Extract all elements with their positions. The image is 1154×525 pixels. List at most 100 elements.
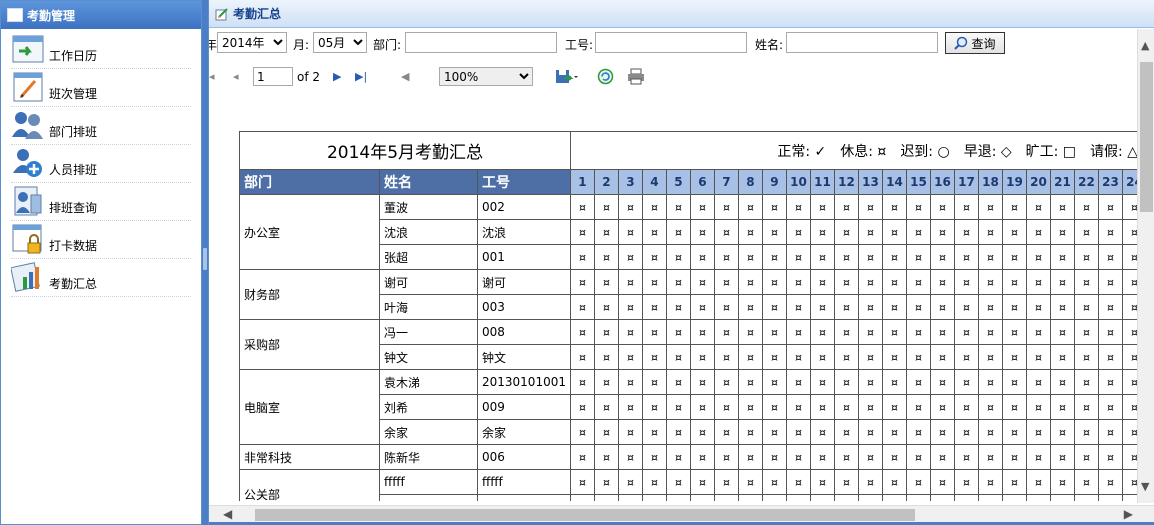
- first-page-icon[interactable]: ◂: [209, 70, 215, 83]
- attendance-mark: ¤: [569, 219, 595, 245]
- attendance-mark: ¤: [617, 494, 643, 501]
- back-icon[interactable]: ◀: [401, 70, 409, 83]
- attendance-mark: ¤: [641, 294, 667, 320]
- sidebar-item-punch-data[interactable]: 打卡数据: [11, 221, 191, 259]
- employee-id-input[interactable]: [595, 32, 747, 53]
- sidebar-item-label: 人员排班: [49, 163, 98, 177]
- attendance-mark: ¤: [857, 419, 883, 445]
- attendance-mark: ¤: [833, 419, 859, 445]
- attendance-mark: ¤: [1025, 219, 1051, 245]
- attendance-mark: ¤: [881, 194, 907, 220]
- sidebar-item-work-calendar[interactable]: 工作日历: [11, 31, 191, 69]
- sidebar-item-label: 工作日历: [49, 49, 98, 63]
- horizontal-scrollbar[interactable]: ◀ ▶: [209, 505, 1154, 522]
- attendance-mark: ¤: [1001, 469, 1027, 495]
- scroll-down-icon[interactable]: ▼: [1141, 480, 1149, 493]
- day-header: 5: [665, 169, 691, 195]
- sidebar-header: 考勤管理: [1, 1, 201, 29]
- attendance-mark: ¤: [905, 469, 931, 495]
- name-cell: 叶海: [379, 294, 478, 320]
- sidebar-item-staff-schedule[interactable]: 人员排班: [11, 145, 191, 183]
- attendance-mark: ¤: [785, 319, 811, 345]
- table-row: 办公室 董波 002 ¤ ¤ ¤ ¤ ¤ ¤ ¤ ¤ ¤ ¤ ¤ ¤ ¤ ¤ ¤ ¤ ¤ ¤ ¤ ¤ ¤ ¤ ¤ ¤: [239, 194, 1147, 270]
- employee-id-cell: 002: [477, 194, 571, 220]
- horizontal-scroll-thumb[interactable]: [255, 509, 915, 521]
- sidebar-item-shift-management[interactable]: 班次管理: [11, 69, 191, 107]
- attendance-mark: ¤: [785, 294, 811, 320]
- dept-input[interactable]: [405, 32, 557, 53]
- name-cell: fffff: [379, 469, 478, 495]
- month-select[interactable]: 05月: [313, 32, 367, 53]
- export-icon[interactable]: [555, 68, 579, 85]
- attendance-mark: ¤: [689, 394, 715, 420]
- attendance-mark: ¤: [761, 419, 787, 445]
- attendance-mark: ¤: [665, 344, 691, 370]
- attendance-mark: ¤: [809, 469, 835, 495]
- attendance-mark: ¤: [761, 294, 787, 320]
- day-header: 10: [785, 169, 811, 195]
- attendance-mark: ¤: [1073, 244, 1099, 270]
- attendance-mark: ¤: [881, 394, 907, 420]
- page-number-input[interactable]: [253, 67, 293, 86]
- attendance-mark: ¤: [737, 469, 763, 495]
- attendance-mark: ¤: [737, 494, 763, 501]
- year-select[interactable]: 2014年: [217, 32, 287, 53]
- attendance-mark: ¤: [1073, 444, 1099, 470]
- attendance-mark: ¤: [641, 219, 667, 245]
- dept-cell: 非常科技: [239, 444, 380, 470]
- day-header: 15: [905, 169, 931, 195]
- attendance-mark: ¤: [929, 244, 955, 270]
- prev-page-icon[interactable]: ◂: [233, 70, 239, 83]
- attendance-mark: ¤: [761, 369, 787, 395]
- next-page-icon[interactable]: ▶: [333, 70, 341, 83]
- attendance-mark: ¤: [569, 269, 595, 295]
- attendance-mark: ¤: [761, 344, 787, 370]
- scroll-up-icon[interactable]: ▲: [1141, 39, 1149, 52]
- attendance-mark: ¤: [977, 194, 1003, 220]
- sidebar-item-attendance-summary[interactable]: 考勤汇总: [10, 259, 191, 297]
- last-page-icon[interactable]: ▶|: [355, 70, 367, 83]
- attendance-mark: ¤: [665, 369, 691, 395]
- vertical-scrollbar[interactable]: ▲ ▼: [1137, 29, 1154, 503]
- attendance-mark: ¤: [665, 269, 691, 295]
- attendance-mark: ¤: [1049, 194, 1075, 220]
- attendance-mark: ¤: [593, 269, 619, 295]
- scroll-right-icon[interactable]: ▶: [1124, 507, 1133, 521]
- dept-cell: 财务部: [239, 269, 380, 320]
- zoom-select[interactable]: 100%: [439, 67, 533, 86]
- attendance-mark: ¤: [833, 219, 859, 245]
- print-icon[interactable]: [627, 68, 645, 85]
- attendance-mark: ¤: [713, 294, 739, 320]
- attendance-mark: ¤: [977, 469, 1003, 495]
- attendance-mark: ¤: [1049, 394, 1075, 420]
- attendance-mark: ¤: [953, 444, 979, 470]
- query-button[interactable]: 查询: [945, 32, 1005, 54]
- attendance-mark: ¤: [1025, 369, 1051, 395]
- sidebar-item-schedule-query[interactable]: 排班查询: [11, 183, 191, 221]
- name-input[interactable]: [786, 32, 938, 53]
- attendance-mark: ¤: [857, 219, 883, 245]
- attendance-mark: ¤: [857, 494, 883, 501]
- employee-id-cell: [477, 494, 571, 501]
- employee-id-cell: 003: [477, 294, 571, 320]
- attendance-mark: ¤: [689, 419, 715, 445]
- attendance-mark: ¤: [641, 344, 667, 370]
- attendance-mark: ¤: [833, 244, 859, 270]
- sidebar-item-dept-schedule[interactable]: 部门排班: [11, 107, 191, 145]
- attendance-mark: ¤: [785, 494, 811, 501]
- refresh-icon[interactable]: [597, 68, 614, 85]
- attendance-mark: ¤: [929, 394, 955, 420]
- vertical-scroll-thumb[interactable]: [1140, 62, 1153, 212]
- name-cell: 沈浪: [379, 219, 478, 245]
- scroll-left-icon[interactable]: ◀: [223, 507, 232, 521]
- attendance-mark: ¤: [689, 469, 715, 495]
- attendance-mark: ¤: [1001, 369, 1027, 395]
- attendance-mark: ¤: [905, 394, 931, 420]
- attendance-mark: ¤: [641, 319, 667, 345]
- name-cell: 陈新华: [379, 444, 478, 470]
- name-cell: [379, 494, 478, 501]
- day-header: 2: [593, 169, 619, 195]
- collapse-handle[interactable]: [203, 248, 207, 270]
- legend-item: 早退: ◇: [963, 143, 1012, 160]
- attendance-mark: ¤: [1049, 419, 1075, 445]
